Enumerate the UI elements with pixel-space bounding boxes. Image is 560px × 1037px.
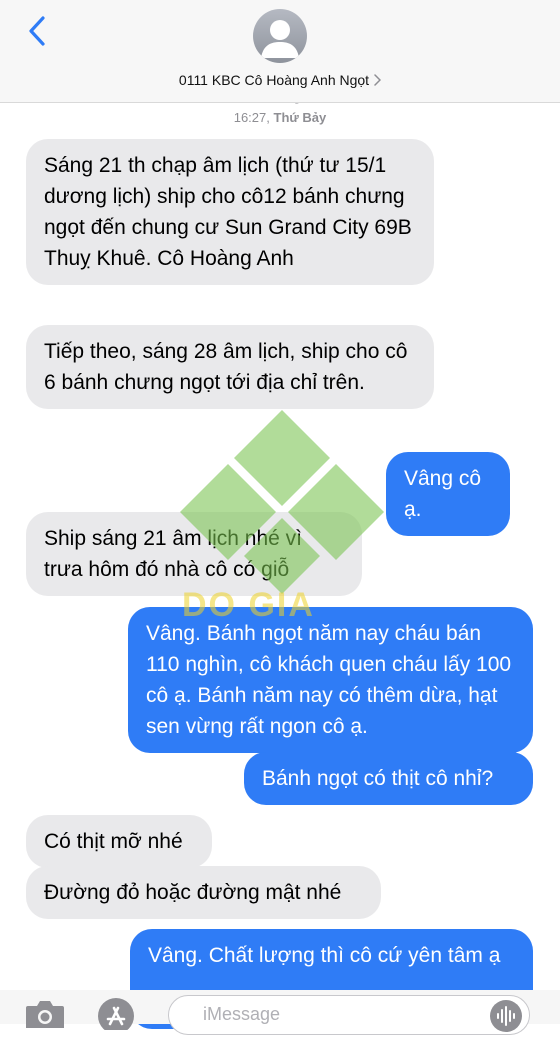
message-bubble-incoming[interactable]: Ship sáng 21 âm lịch nhé vì trưa hôm đó … xyxy=(26,512,362,596)
camera-button[interactable] xyxy=(24,998,66,1033)
back-button[interactable] xyxy=(22,14,52,48)
timestamp-time: 16:27, xyxy=(233,110,270,125)
timestamp-day: Thứ Bảy xyxy=(273,110,327,125)
message-input-placeholder: iMessage xyxy=(203,1004,281,1024)
conversation-header: 0111 KBC Cô Hoàng Anh Ngọt xyxy=(0,0,560,103)
message-bubble-outgoing[interactable]: Bánh ngọt có thịt cô nhỉ? xyxy=(244,752,533,805)
chevron-right-icon xyxy=(374,74,382,86)
message-input[interactable]: iMessage xyxy=(168,995,530,1035)
message-bubble-outgoing[interactable]: Vâng. Bánh ngọt năm nay cháu bán 110 ngh… xyxy=(128,607,533,753)
message-bubble-incoming[interactable]: Tiếp theo, sáng 28 âm lịch, ship cho cô … xyxy=(26,325,434,409)
message-bubble-incoming[interactable]: Sáng 21 th chạp âm lịch (thứ tư 15/1 dươ… xyxy=(26,139,434,285)
voice-button[interactable] xyxy=(490,1000,522,1037)
message-bubble-outgoing[interactable]: Vâng cô ạ. xyxy=(386,452,510,536)
chevron-left-icon xyxy=(29,16,45,46)
app-store-button[interactable] xyxy=(96,996,136,1035)
contact-name-row[interactable]: 0111 KBC Cô Hoàng Anh Ngọt xyxy=(0,69,560,91)
message-bubble-incoming[interactable]: Có thịt mỡ nhé xyxy=(26,815,212,868)
timestamp: 16:27, Thứ Bảy xyxy=(0,110,560,125)
watermark-brand: DO GIA xyxy=(182,586,315,624)
contact-avatar[interactable] xyxy=(253,9,307,63)
composer-bar: iMessage xyxy=(0,990,560,1035)
waveform-icon xyxy=(490,1000,522,1032)
app-store-icon xyxy=(98,998,134,1034)
person-icon xyxy=(261,20,299,58)
contact-name: 0111 KBC Cô Hoàng Anh Ngọt xyxy=(178,72,370,88)
message-bubble-incoming[interactable]: Đường đỏ hoặc đường mật nhé xyxy=(26,866,381,919)
